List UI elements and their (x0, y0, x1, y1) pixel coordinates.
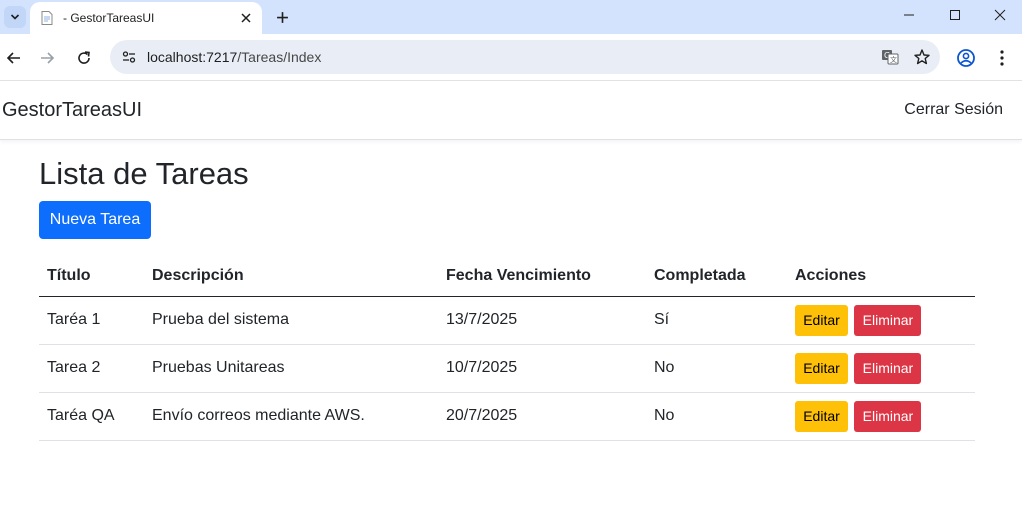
svg-text:文: 文 (890, 55, 897, 64)
delete-button[interactable]: Eliminar (854, 304, 922, 336)
reload-icon (78, 51, 90, 64)
page-favicon-icon (41, 11, 53, 25)
brand-link[interactable]: GestorTareasUI (2, 99, 142, 122)
cell-acciones: Editar Eliminar (787, 344, 975, 393)
edit-button[interactable]: Editar (795, 400, 848, 432)
tab-search-button[interactable] (0, 0, 30, 34)
cell-descripcion: Envío correos mediante AWS. (144, 392, 438, 441)
translate-icon[interactable]: G文 (876, 43, 904, 71)
reload-button[interactable] (70, 44, 98, 72)
forward-button[interactable] (33, 44, 61, 72)
table-header-row: Título Descripción Fecha Vencimiento Com… (39, 256, 975, 297)
profile-button[interactable] (952, 44, 980, 72)
bookmark-star-icon[interactable] (908, 43, 936, 71)
menu-button[interactable] (988, 44, 1016, 72)
header-completada: Completada (646, 256, 787, 297)
cell-fecha: 13/7/2025 (438, 296, 646, 345)
edit-button[interactable]: Editar (795, 304, 848, 336)
arrow-right-icon (41, 52, 55, 64)
chevron-down-icon (10, 14, 20, 20)
account-circle-icon (957, 49, 975, 67)
table-row: Taréa 1 Prueba del sistema 13/7/2025 Sí … (39, 296, 975, 345)
header-descripcion: Descripción (144, 256, 438, 297)
close-icon (994, 9, 1006, 21)
site-info-icon[interactable] (116, 44, 142, 70)
new-tab-button[interactable] (270, 5, 294, 29)
back-button[interactable] (0, 44, 28, 72)
delete-button[interactable]: Eliminar (854, 352, 922, 384)
cell-acciones: Editar Eliminar (787, 392, 975, 441)
page-title: Lista de Tareas (39, 156, 249, 191)
plus-icon (276, 11, 288, 23)
more-vert-icon (1000, 50, 1004, 66)
cell-acciones: Editar Eliminar (787, 296, 975, 345)
tasks-table: Título Descripción Fecha Vencimiento Com… (39, 256, 975, 441)
delete-button[interactable]: Eliminar (854, 400, 922, 432)
maximize-icon (950, 10, 960, 20)
maximize-button[interactable] (932, 0, 978, 30)
header-fecha: Fecha Vencimiento (438, 256, 646, 297)
cell-titulo: Taréa QA (39, 392, 144, 441)
header-acciones: Acciones (787, 256, 975, 297)
edit-button[interactable]: Editar (795, 352, 848, 384)
cell-titulo: Taréa 1 (39, 296, 144, 345)
cell-fecha: 10/7/2025 (438, 344, 646, 393)
header-titulo: Título (39, 256, 144, 297)
logout-link[interactable]: Cerrar Sesión (904, 101, 1003, 119)
cell-fecha: 20/7/2025 (438, 392, 646, 441)
cell-descripcion: Prueba del sistema (144, 296, 438, 345)
close-tab-icon[interactable] (236, 8, 256, 28)
cell-completada: No (646, 344, 787, 393)
arrow-left-icon (6, 52, 20, 64)
address-bar[interactable]: localhost:7217/Tareas/Index G文 (110, 40, 940, 74)
table-row: Tarea 2 Pruebas Unitareas 10/7/2025 No E… (39, 344, 975, 393)
cell-completada: Sí (646, 296, 787, 345)
browser-toolbar: localhost:7217/Tareas/Index G文 (0, 34, 1022, 81)
cell-titulo: Tarea 2 (39, 344, 144, 393)
cell-completada: No (646, 392, 787, 441)
tab-strip: - GestorTareasUI (0, 0, 1022, 34)
app-navbar: GestorTareasUI Cerrar Sesión (0, 81, 1022, 140)
minimize-icon (904, 14, 914, 16)
minimize-button[interactable] (886, 0, 932, 30)
cell-descripcion: Pruebas Unitareas (144, 344, 438, 393)
url-path: /Tareas/Index (237, 49, 322, 65)
close-window-button[interactable] (977, 0, 1022, 30)
new-task-button[interactable]: Nueva Tarea (39, 201, 151, 239)
browser-tab[interactable]: - GestorTareasUI (30, 2, 262, 34)
table-row: Taréa QA Envío correos mediante AWS. 20/… (39, 392, 975, 441)
url-text: localhost:7217/Tareas/Index (147, 49, 876, 65)
url-host: localhost:7217 (147, 49, 238, 65)
tab-title: - GestorTareasUI (63, 11, 155, 25)
